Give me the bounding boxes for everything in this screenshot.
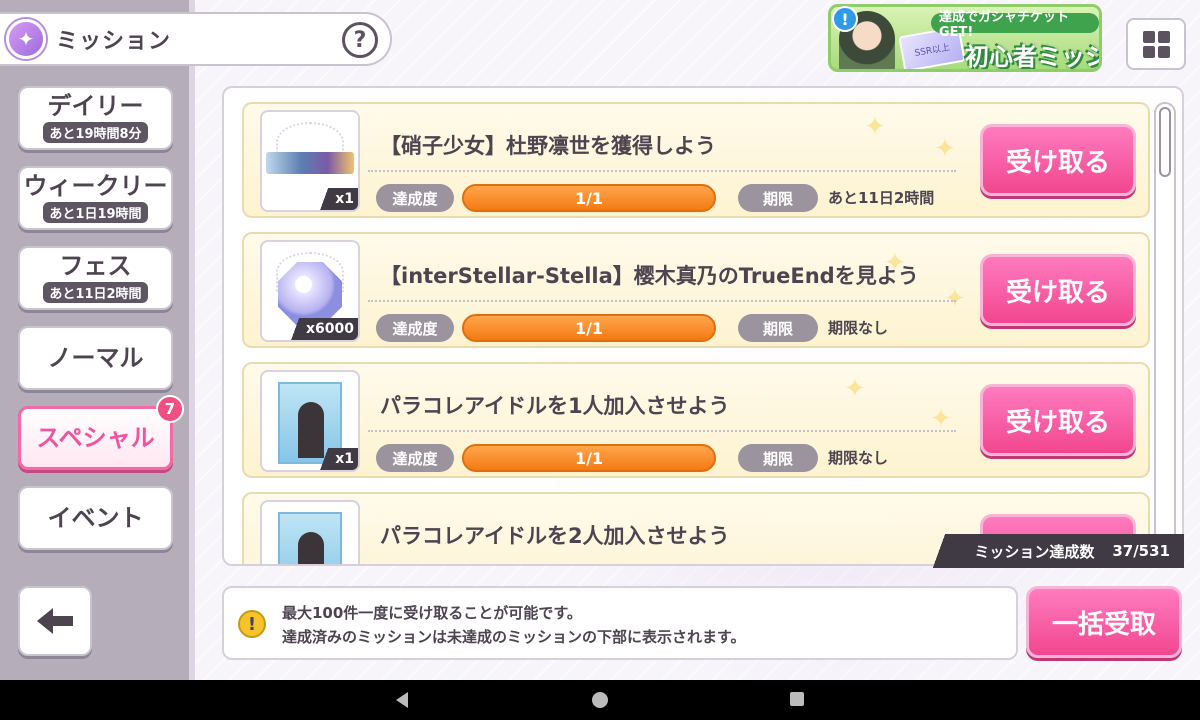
page-title: ミッション [56, 29, 172, 54]
notification-badge: 7 [156, 395, 184, 423]
help-button[interactable]: ? [342, 22, 378, 58]
sparkle-icon: ✦ [934, 134, 956, 164]
sparkle-icon: ✦ [864, 112, 886, 142]
tab-fes[interactable]: フェス あと11日2時間 [18, 246, 173, 310]
mission-title: 【硝子少女】杜野凛世を獲得しよう [380, 134, 716, 158]
mission-count-label: ミッション達成数 [974, 542, 1095, 561]
progress-bar: 1/1 [462, 314, 716, 342]
claim-button[interactable]: 受け取る [980, 124, 1136, 196]
nav-recents-icon[interactable] [790, 692, 804, 706]
mission-title: パラコレアイドルを1人加入させよう [380, 394, 730, 418]
mission-card: ✦ ✦ x1 パラコレアイドルを1人加入させよう 達成度 1/1 期限 期限なし… [242, 362, 1150, 478]
title-bar: ✦ ミッション ? [0, 12, 392, 66]
tab-normal[interactable]: ノーマル [18, 326, 173, 390]
reward-quantity: x1 [309, 188, 358, 210]
tab-label: スペシャル [36, 423, 155, 452]
tab-label: フェス [59, 252, 132, 281]
progress-bar: 1/1 [462, 444, 716, 472]
grid-menu-icon [1142, 30, 1170, 58]
nav-back-icon[interactable] [396, 692, 408, 708]
mission-card: ✦ ✦ x6000 【interStellar-Stella】樱木真乃のTrue… [242, 232, 1150, 348]
mission-title: 【interStellar-Stella】樱木真乃のTrueEndを見よう [380, 264, 919, 288]
tab-event[interactable]: イベント [18, 486, 173, 550]
nav-home-icon[interactable] [592, 692, 608, 708]
idol-photo-icon [278, 512, 342, 564]
tab-daily[interactable]: デイリー あと19時間8分 [18, 86, 173, 150]
progress-label: 達成度 [376, 314, 454, 342]
deadline-value: 期限なし [828, 319, 889, 337]
deadline-label: 期限 [738, 444, 818, 472]
reward-thumbnail [260, 500, 360, 564]
reward-thumbnail: x1 [260, 370, 360, 472]
idol-card-item-icon [266, 152, 354, 174]
tab-label: ウィークリー [23, 172, 168, 201]
notice-line: 最大100件一度に受け取ることが可能です。 [282, 604, 582, 622]
warning-icon: ! [238, 610, 266, 638]
progress-bar: 1/1 [462, 184, 716, 212]
sparkle-icon: ✦ [944, 284, 966, 314]
menu-button[interactable] [1126, 18, 1186, 70]
claim-button[interactable]: 受け取る [980, 254, 1136, 326]
reward-thumbnail: x1 [260, 110, 360, 212]
reward-quantity: x1 [309, 448, 358, 470]
banner-alert-badge: ! [832, 6, 858, 32]
deadline-label: 期限 [738, 184, 818, 212]
mission-list[interactable]: ✦ ✦ x1 【硝子少女】杜野凛世を獲得しよう 達成度 1/1 期限 あと11日… [222, 86, 1184, 566]
deadline-value: あと11日2時間 [828, 189, 935, 207]
reward-quantity: x6000 [280, 318, 358, 340]
sparkle-icon: ✦ [844, 374, 866, 404]
notice-box: ! 最大100件一度に受け取ることが可能です。 達成済みのミッションは未達成のミ… [222, 586, 1018, 660]
tab-time-remaining: あと19時間8分 [43, 121, 148, 143]
deadline-label: 期限 [738, 314, 818, 342]
feather-jewel-icon [278, 262, 342, 326]
bulk-claim-button[interactable]: 一括受取 [1026, 586, 1182, 658]
mission-title: パラコレアイドルを2人加入させよう [380, 524, 730, 548]
claim-button[interactable]: 受け取る [980, 384, 1136, 456]
tab-label: デイリー [47, 92, 144, 121]
beginner-mission-banner[interactable]: SSR以上 達成でガシャチケットGET! 初心者ミッション [828, 4, 1102, 72]
mission-count-value: 37/531 [1112, 542, 1170, 560]
tab-time-remaining: あと1日19時間 [43, 201, 148, 223]
reward-thumbnail: x6000 [260, 240, 360, 342]
progress-label: 達成度 [376, 184, 454, 212]
deadline-value: 期限なし [828, 449, 889, 467]
mission-card: ✦ ✦ x1 【硝子少女】杜野凛世を獲得しよう 達成度 1/1 期限 あと11日… [242, 102, 1150, 218]
banner-title: 初心者ミッション [965, 43, 1099, 71]
scrollbar-thumb[interactable] [1159, 107, 1171, 177]
tab-label: ノーマル [47, 343, 144, 372]
tab-weekly[interactable]: ウィークリー あと1日19時間 [18, 166, 173, 230]
tab-label: イベント [47, 503, 144, 532]
system-nav-bar [0, 680, 1200, 720]
progress-label: 達成度 [376, 444, 454, 472]
arrow-left-icon [37, 608, 73, 634]
mission-icon: ✦ [6, 19, 46, 59]
scrollbar[interactable] [1154, 102, 1176, 548]
notice-line: 達成済みのミッションは未達成のミッションの下部に表示されます。 [282, 628, 746, 646]
banner-subtitle: 達成でガシャチケットGET! [931, 10, 1099, 40]
back-button[interactable] [18, 586, 92, 656]
mission-count: ミッション達成数 37/531 [926, 534, 1184, 568]
tab-special[interactable]: スペシャル 7 [18, 395, 184, 470]
tab-time-remaining: あと11日2時間 [43, 281, 148, 303]
